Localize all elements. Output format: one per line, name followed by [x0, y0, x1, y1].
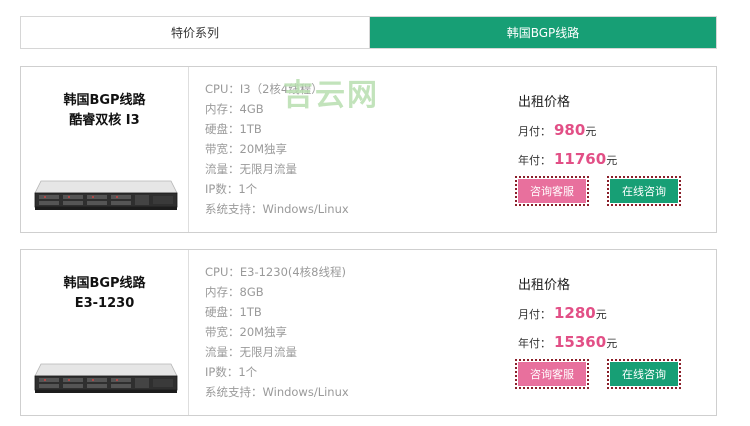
online-consult-button[interactable]: 在线咨询	[607, 176, 681, 206]
spec-memory: 内存：4GB	[205, 102, 264, 116]
server-card: 韩国BGP线路 酷睿双核 I3 CPU：I3（2核4线程） 内存：4GB 硬盘：…	[20, 66, 717, 233]
server-card: 韩国BGP线路 E3-1230 CPU：E3-1230(4核8线程) 内存：8G…	[20, 249, 717, 416]
spec-cpu: CPU：I3（2核4线程）	[205, 82, 323, 96]
rack-server-image	[34, 363, 178, 393]
monthly-price: 1280	[554, 304, 596, 322]
spec-memory: 内存：8GB	[205, 285, 264, 299]
product-name-line2: E3-1230	[74, 296, 135, 311]
price-box: 出租价格 月付： 980元 年付： 11760元	[518, 91, 708, 168]
product-name-line1: 韩国BGP线路	[63, 93, 146, 108]
price-title: 出租价格	[518, 95, 571, 110]
spec-disk: 硬盘：1TB	[205, 122, 262, 136]
yearly-label: 年付：	[518, 154, 551, 167]
rack-server-image	[34, 180, 178, 210]
spec-ip: IP数：1个	[205, 365, 258, 379]
product-name: 韩国BGP线路 酷睿双核 I3	[21, 91, 188, 131]
monthly-price-row: 月付： 980元	[518, 121, 708, 139]
spec-disk: 硬盘：1TB	[205, 305, 262, 319]
price-title: 出租价格	[518, 278, 571, 293]
spec-ip: IP数：1个	[205, 182, 258, 196]
tab-bar: 特价系列 韩国BGP线路	[20, 16, 717, 49]
price-unit: 元	[595, 308, 607, 321]
product-name-line2: 酷睿双核 I3	[69, 113, 140, 128]
spec-bandwidth: 带宽：20M独享	[205, 325, 288, 339]
yearly-price-row: 年付： 15360元	[518, 333, 708, 351]
price-unit: 元	[606, 154, 618, 167]
yearly-label: 年付：	[518, 337, 551, 350]
spec-traffic: 流量：无限月流量	[205, 162, 297, 176]
yearly-price-row: 年付： 11760元	[518, 150, 708, 168]
price-unit: 元	[585, 125, 597, 138]
yearly-price: 15360	[554, 333, 607, 351]
monthly-price-row: 月付： 1280元	[518, 304, 708, 322]
yearly-price: 11760	[554, 150, 607, 168]
spec-os: 系统支持：Windows/Linux	[205, 385, 349, 399]
price-unit: 元	[606, 337, 618, 350]
contact-service-button[interactable]: 咨询客服	[515, 359, 589, 389]
spec-os: 系统支持：Windows/Linux	[205, 202, 349, 216]
spec-list: CPU：E3-1230(4核8线程) 内存：8GB 硬盘：1TB 带宽：20M独…	[205, 262, 349, 402]
monthly-label: 月付：	[518, 308, 551, 321]
price-box: 出租价格 月付： 1280元 年付： 15360元	[518, 274, 708, 351]
spec-bandwidth: 带宽：20M独享	[205, 142, 288, 156]
monthly-price: 980	[554, 121, 586, 139]
tab-special-series[interactable]: 特价系列	[21, 17, 370, 48]
product-panel: 韩国BGP线路 酷睿双核 I3	[21, 67, 189, 232]
product-name: 韩国BGP线路 E3-1230	[21, 274, 188, 314]
spec-cpu: CPU：E3-1230(4核8线程)	[205, 265, 346, 279]
product-panel: 韩国BGP线路 E3-1230	[21, 250, 189, 415]
spec-traffic: 流量：无限月流量	[205, 345, 297, 359]
contact-service-button[interactable]: 咨询客服	[515, 176, 589, 206]
product-name-line1: 韩国BGP线路	[63, 276, 146, 291]
online-consult-button[interactable]: 在线咨询	[607, 359, 681, 389]
spec-list: CPU：I3（2核4线程） 内存：4GB 硬盘：1TB 带宽：20M独享 流量：…	[205, 79, 349, 219]
tab-korea-bgp[interactable]: 韩国BGP线路	[370, 17, 716, 48]
monthly-label: 月付：	[518, 125, 551, 138]
